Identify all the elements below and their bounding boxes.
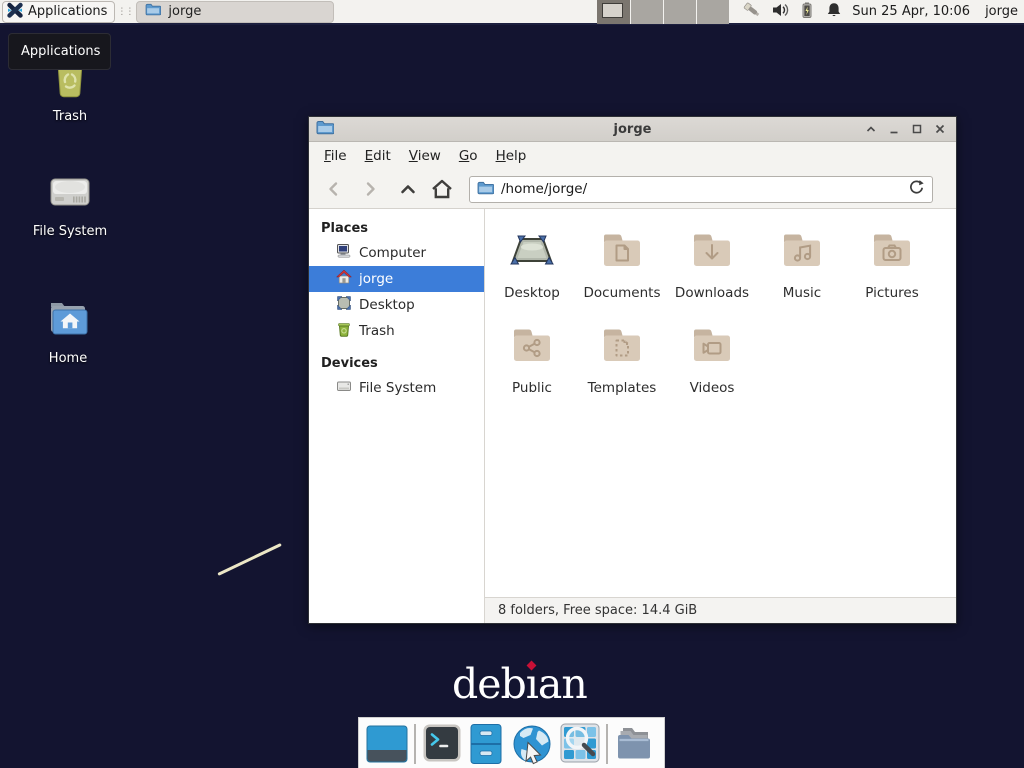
computer-icon <box>336 243 352 263</box>
status-text: 8 folders, Free space: 14.4 GiB <box>498 603 697 618</box>
drive-icon <box>336 378 352 398</box>
sidebar-item-file-system[interactable]: File System <box>309 375 484 401</box>
window-title: jorge <box>309 122 956 137</box>
workspace-3[interactable] <box>663 0 696 24</box>
home-button[interactable] <box>427 175 457 203</box>
folder-documents-icon <box>598 226 646 278</box>
bell-icon[interactable] <box>825 1 843 23</box>
file-item-desktop[interactable]: Desktop <box>487 226 577 321</box>
panel-handle: ⋮⋮ <box>117 7 133 17</box>
top-panel: Applications ⋮⋮ jorge <box>0 0 1024 25</box>
places-header: Places <box>309 217 484 240</box>
menu-go[interactable]: Go <box>450 144 487 168</box>
debian-logo: debıan <box>452 660 587 708</box>
workspace-2[interactable] <box>630 0 663 24</box>
hard-drive-icon <box>46 167 94 219</box>
location-bar[interactable]: /home/jorge/ <box>469 176 933 203</box>
tooltip-text: Applications <box>21 44 100 59</box>
web-browser-icon[interactable] <box>510 723 554 768</box>
dock <box>358 717 665 768</box>
location-path[interactable]: /home/jorge/ <box>501 181 901 197</box>
shade-button[interactable] <box>864 122 878 136</box>
devices-header: Devices <box>309 352 484 375</box>
desktop-screen: Trash File System <box>0 0 1024 768</box>
terminal-icon[interactable] <box>422 723 462 763</box>
desktop-icon-label: File System <box>33 224 107 239</box>
menu-help[interactable]: Help <box>487 144 536 168</box>
file-cabinet-icon[interactable] <box>468 723 504 765</box>
folder-videos-icon <box>688 321 736 373</box>
desktop-trapezoid-icon <box>508 226 556 278</box>
desktop-icon-label: Home <box>49 351 87 366</box>
sidebar-item-computer[interactable]: Computer <box>309 240 484 266</box>
folder-public-icon <box>508 321 556 373</box>
applications-tooltip: Applications <box>8 33 111 70</box>
battery-icon[interactable] <box>798 1 816 23</box>
wallpaper-accent-line <box>217 543 281 576</box>
desktop-icon-home[interactable]: Home <box>20 294 116 366</box>
workspace-switcher <box>597 0 729 24</box>
file-manager-window: jorge File Edit View Go Help <box>308 116 957 624</box>
workspace-1[interactable] <box>597 0 630 24</box>
home-icon <box>336 269 352 289</box>
sidebar-item-desktop[interactable]: Desktop <box>309 292 484 318</box>
file-item-pictures[interactable]: Pictures <box>847 226 937 321</box>
window-titlebar[interactable]: jorge <box>309 117 956 142</box>
sidebar-item-jorge[interactable]: jorge <box>309 266 484 292</box>
desktop-icon-file-system[interactable]: File System <box>22 167 118 239</box>
home-folder-icon <box>44 294 92 346</box>
show-desktop-icon[interactable] <box>366 723 408 765</box>
menu-bar: File Edit View Go Help <box>309 142 956 170</box>
desktop-icon-label: Trash <box>53 109 87 124</box>
maximize-button[interactable] <box>910 122 924 136</box>
menu-file[interactable]: File <box>315 144 356 168</box>
sidebar-item-trash[interactable]: Trash <box>309 318 484 344</box>
reload-icon[interactable] <box>908 179 925 200</box>
status-bar: 8 folders, Free space: 14.4 GiB <box>485 597 956 623</box>
sidebar: Places Computer <box>309 209 485 623</box>
file-manager-icon[interactable] <box>614 723 656 765</box>
taskbar-window-label: jorge <box>168 4 201 19</box>
dock-separator <box>414 724 416 764</box>
applications-label: Applications <box>28 4 107 19</box>
file-item-downloads[interactable]: Downloads <box>667 226 757 321</box>
file-item-templates[interactable]: Templates <box>577 321 667 416</box>
file-item-documents[interactable]: Documents <box>577 226 667 321</box>
desktop-icon <box>336 295 352 315</box>
workspace-4[interactable] <box>696 0 729 24</box>
forward-button[interactable] <box>355 175 385 203</box>
file-item-music[interactable]: Music <box>757 226 847 321</box>
trash-small-icon <box>336 321 352 341</box>
folder-templates-icon <box>598 321 646 373</box>
panel-username[interactable]: jorge <box>985 4 1018 19</box>
dock-separator <box>606 724 608 764</box>
volume-icon[interactable] <box>771 1 789 23</box>
plug-icon[interactable] <box>742 1 762 23</box>
system-tray <box>742 1 843 23</box>
panel-clock[interactable]: Sun 25 Apr, 10:06 <box>852 4 970 19</box>
back-button[interactable] <box>319 175 349 203</box>
workspace-window-preview <box>602 3 623 18</box>
window-folder-icon[interactable] <box>316 120 334 139</box>
taskbar-window-button[interactable]: jorge <box>136 1 334 23</box>
menu-edit[interactable]: Edit <box>356 144 400 168</box>
file-item-videos[interactable]: Videos <box>667 321 757 416</box>
taskbar-folder-icon <box>145 3 161 20</box>
applications-icon <box>7 2 23 22</box>
applications-menu-button[interactable]: Applications <box>2 1 115 23</box>
folder-pictures-icon <box>868 226 916 278</box>
folder-downloads-icon <box>688 226 736 278</box>
up-button[interactable] <box>393 175 423 203</box>
folder-music-icon <box>778 226 826 278</box>
minimize-button[interactable] <box>887 122 901 136</box>
app-finder-icon[interactable] <box>560 723 600 763</box>
close-button[interactable] <box>933 122 947 136</box>
toolbar: /home/jorge/ <box>309 170 956 209</box>
file-item-public[interactable]: Public <box>487 321 577 416</box>
location-folder-icon <box>477 180 494 199</box>
file-view: Desktop Docu <box>485 209 956 597</box>
menu-view[interactable]: View <box>400 144 450 168</box>
